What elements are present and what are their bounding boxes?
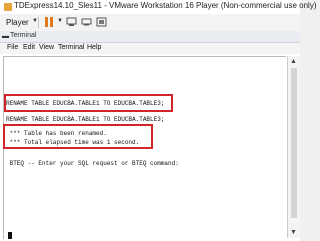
scroll-down-arrow-icon[interactable]: ▼ <box>290 229 297 236</box>
window-titlebar: TDExpress14.10_Sles11 - VMware Workstati… <box>0 0 316 14</box>
removable-devices-icon[interactable] <box>81 17 92 27</box>
toolbar-separator <box>38 17 39 28</box>
highlight-box-command <box>4 94 173 112</box>
player-menu-button[interactable]: Player <box>6 18 29 27</box>
terminal-title: Terminal <box>10 32 37 39</box>
terminal-titlebar: ▬ Terminal <box>0 31 300 43</box>
scroll-up-arrow-icon[interactable]: ▲ <box>290 58 297 65</box>
fullscreen-icon[interactable] <box>96 17 107 27</box>
menu-view[interactable]: View <box>39 44 54 51</box>
vmware-app-icon <box>4 3 12 11</box>
vertical-scrollbar[interactable]: ▲ ▼ <box>287 56 300 238</box>
menu-help[interactable]: Help <box>87 44 101 51</box>
terminal-menu-icon[interactable]: ▬ <box>2 33 9 40</box>
console-line: RENAME TABLE EDUCBA.TABLE1 TO EDUCBA.TAB… <box>6 116 165 123</box>
window-title: TDExpress14.10_Sles11 - VMware Workstati… <box>14 1 317 10</box>
highlight-box-result <box>3 124 153 149</box>
menu-file[interactable]: File <box>7 44 18 51</box>
vmware-toolbar: Player ▼ ▼ <box>0 14 300 32</box>
menu-edit[interactable]: Edit <box>23 44 35 51</box>
terminal-console[interactable]: RENAME TABLE EDUCBA.TABLE1 TO EDUCBA.TAB… <box>3 56 286 239</box>
pause-dropdown-chevron-icon[interactable]: ▼ <box>57 18 63 24</box>
pause-icon[interactable] <box>45 17 54 27</box>
menu-terminal[interactable]: Terminal <box>58 44 84 51</box>
terminal-window: ▬ Terminal File Edit View Terminal Help … <box>0 31 300 241</box>
send-ctrl-alt-del-icon[interactable] <box>66 17 77 27</box>
text-cursor <box>8 232 12 239</box>
terminal-menubar: File Edit View Terminal Help <box>0 43 300 54</box>
scrollbar-thumb[interactable] <box>291 68 297 218</box>
console-line: BTEQ -- Enter your SQL request or BTEQ c… <box>6 160 179 167</box>
